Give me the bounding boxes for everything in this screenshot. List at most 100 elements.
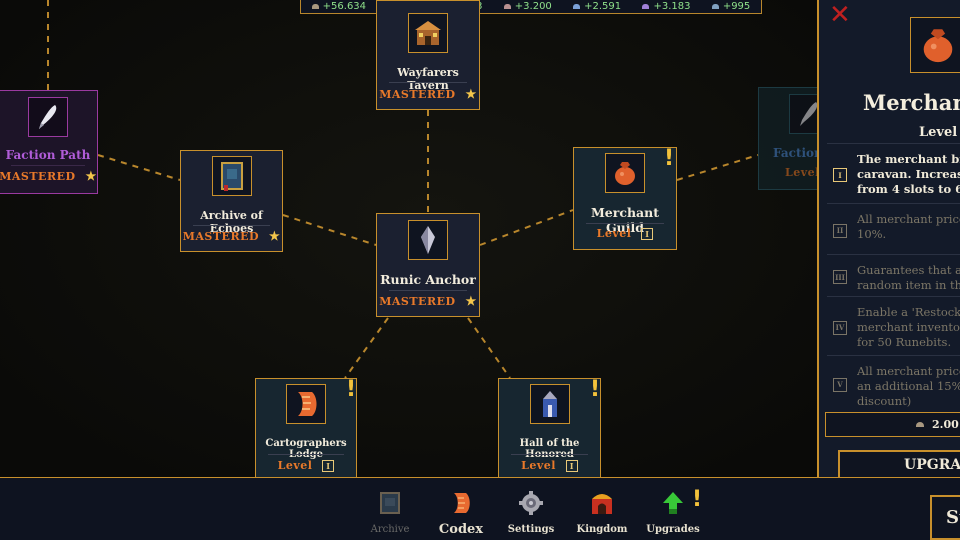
upgrade-tier: IV Enable a 'Restock' merchant inventor for…: [827, 296, 960, 355]
nav-kingdom[interactable]: Kingdom: [567, 490, 637, 535]
resource-icon: [573, 4, 581, 9]
tier-number: V: [833, 377, 847, 392]
upgrade-tier: V All merchant price an additional 15% disc…: [827, 355, 960, 410]
resource-value: +2.591: [584, 1, 622, 12]
cost-value: 2.00: [932, 418, 959, 431]
gear-icon: [518, 490, 544, 516]
nav-label: Upgrades: [646, 524, 700, 535]
divider: [511, 454, 588, 455]
level-label: Level: [596, 227, 632, 240]
upgrade-cost: 2.00: [825, 412, 960, 437]
level-label: Level: [521, 459, 556, 472]
skill-tree-links: [47, 0, 759, 379]
alert-icon: !: [692, 487, 703, 512]
node-title: Cartographers Lodge: [265, 438, 347, 460]
tier-line: an additional 15%: [857, 379, 960, 393]
tier-line: random item in the: [857, 278, 960, 292]
nav-archive[interactable]: Archive: [355, 490, 425, 535]
tier-line: Guarantees that at: [857, 263, 960, 277]
resource-counter: +995: [711, 1, 751, 12]
tier-number: III: [833, 270, 847, 284]
tier-description: Guarantees that at random item in the: [857, 263, 960, 293]
divider: [193, 225, 270, 226]
nav-label: Archive: [370, 524, 410, 535]
panel-level-label: Level: [919, 125, 958, 140]
upgrade-tier: II All merchant price 10%.: [827, 203, 960, 254]
runebit-icon: [916, 422, 924, 427]
node-title: Hall of the Honored: [519, 438, 580, 460]
tier-line: Enable a 'Restock': [857, 305, 960, 319]
game-stage: +56.634+9+2.103+3.200+2.591+3.183+995 Wa…: [0, 0, 960, 540]
node-merchant-guild[interactable]: Merchant Guild Level I: [573, 147, 677, 250]
coin-pouch-icon: [910, 17, 960, 73]
node-title: Faction Path: [5, 148, 91, 162]
level-status: Level I: [256, 459, 356, 472]
map-scroll-icon: [286, 384, 326, 424]
castle-gate-icon: [589, 490, 615, 516]
divider: [586, 223, 664, 224]
upgrade-tier: I The merchant brincaravan. Increasefrom …: [827, 143, 960, 203]
close-icon[interactable]: ✕: [829, 0, 851, 30]
star-icon: ★: [85, 169, 97, 183]
mastered-status: MASTERED ★: [181, 229, 282, 243]
node-wayfarers-tavern[interactable]: Wayfarers Tavern MASTERED ★: [376, 0, 480, 110]
alert-icon: !: [346, 377, 357, 402]
star-icon: ★: [269, 229, 281, 243]
tier-number: II: [833, 223, 847, 238]
nav-label: Codex: [438, 522, 484, 537]
level-badge: I: [565, 459, 578, 472]
node-cartographers-lodge[interactable]: Cartographers Lodge Level I: [255, 378, 357, 478]
start-button[interactable]: St: [930, 495, 960, 540]
resource-bar: +56.634+9+2.103+3.200+2.591+3.183+995: [300, 0, 762, 14]
node-faction-path[interactable]: Faction Path MASTERED ★: [0, 90, 98, 194]
tavern-icon: [408, 13, 448, 53]
resource-icon: [503, 4, 511, 9]
resource-icon: [642, 4, 650, 9]
mastered-status: MASTERED ★: [0, 169, 97, 183]
tier-number: I: [833, 168, 847, 182]
tier-line: discount): [857, 394, 912, 408]
node-runic-anchor[interactable]: Runic Anchor MASTERED ★: [376, 213, 480, 317]
alert-icon: !: [590, 377, 601, 402]
quill-icon: [28, 97, 68, 137]
resource-value: +3.183: [653, 1, 691, 12]
tier-line: from 4 slots to 6.: [857, 182, 960, 196]
tier-line: caravan. Increase: [857, 167, 960, 181]
nav-label: Settings: [507, 524, 555, 535]
divider: [389, 82, 467, 83]
node-hall-of-the-honored[interactable]: Hall of the Honored Level I: [498, 378, 601, 478]
upgrade-button[interactable]: UPGRA: [838, 450, 960, 480]
divider: [389, 290, 467, 291]
level-status: Level I: [574, 227, 676, 240]
panel-title: Merchant: [863, 90, 960, 115]
status-label: MASTERED: [182, 229, 260, 243]
level-status: Level I: [499, 459, 600, 472]
tier-description: Enable a 'Restock' merchant inventor for 5…: [857, 305, 960, 350]
resource-counter: +3.183: [642, 1, 690, 12]
node-title: Runic Anchor: [380, 272, 476, 287]
crystal-icon: [408, 220, 448, 260]
alert-icon: !: [664, 146, 675, 171]
node-archive-of-echoes[interactable]: Archive of Echoes MASTERED ★: [180, 150, 283, 252]
node-title: Faction: [773, 146, 823, 160]
tier-line: merchant inventor: [857, 320, 960, 334]
status-label: MASTERED: [0, 169, 76, 183]
node-faction-right[interactable]: Faction Level: [758, 87, 829, 190]
level-label: Level: [785, 166, 820, 179]
codex-scroll-icon: [448, 490, 474, 516]
tier-description: The merchant brincaravan. Increasefrom 4…: [857, 152, 960, 197]
tier-description: All merchant price an additional 15% disco…: [857, 364, 960, 409]
tier-line: The merchant brin: [857, 152, 960, 166]
tier-line: for 50 Runebits.: [857, 335, 952, 349]
nav-codex[interactable]: Codex: [426, 490, 496, 537]
tier-line: All merchant price: [857, 212, 960, 226]
level-badge: I: [641, 227, 654, 240]
mastered-status: MASTERED ★: [377, 87, 479, 101]
tier-line: All merchant price: [857, 364, 960, 378]
nav-settings[interactable]: Settings: [496, 490, 566, 535]
resource-value: +995: [722, 1, 751, 12]
star-icon: ★: [465, 87, 477, 101]
upgrade-arrow-icon: [660, 490, 686, 516]
resource-icon: [311, 4, 319, 9]
resource-icon: [711, 4, 719, 9]
